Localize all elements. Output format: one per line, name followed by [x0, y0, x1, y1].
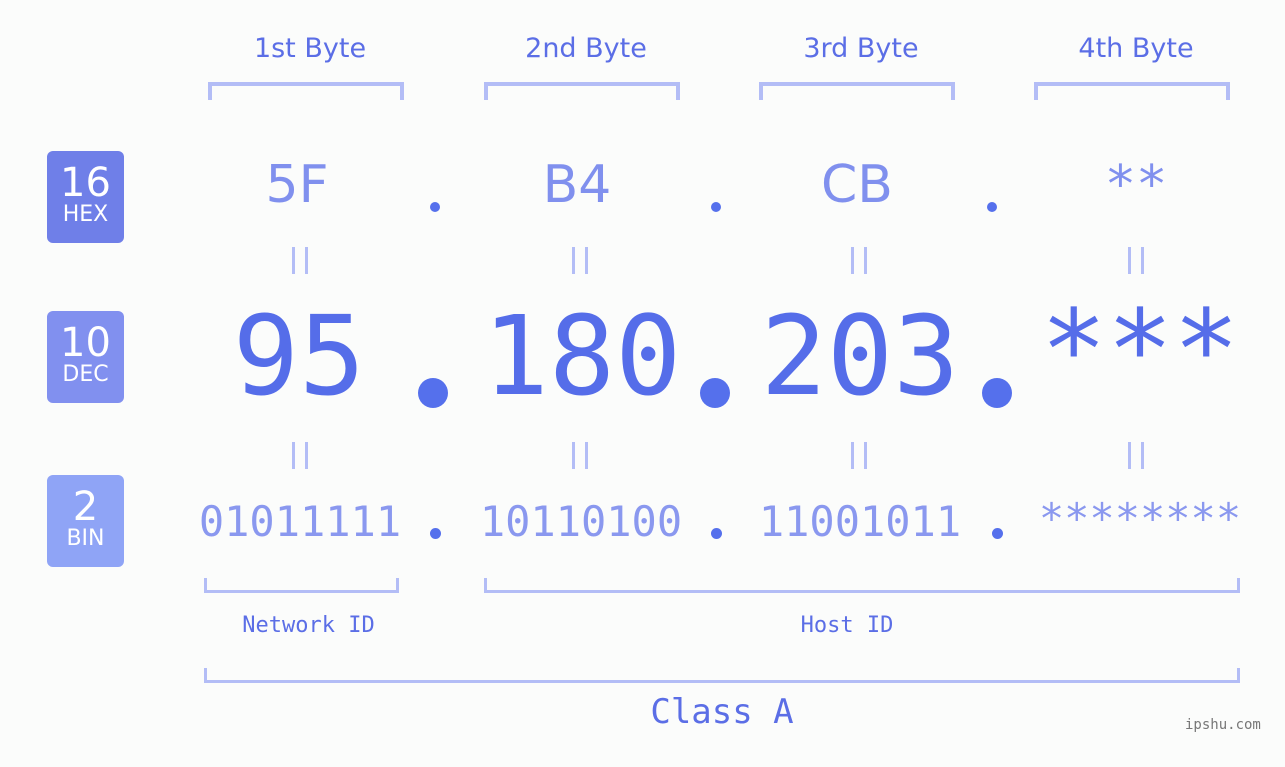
bin-byte-1: 01011111 [198, 497, 402, 546]
hex-badge-label: HEX [62, 202, 109, 227]
byte-header-3: 3rd Byte [803, 33, 919, 64]
bin-badge: 2 BIN [47, 475, 124, 567]
hex-badge-number: 16 [60, 160, 111, 206]
hex-dot-3 [987, 202, 997, 212]
hex-byte-2: B4 [542, 155, 612, 215]
dec-badge-number: 10 [60, 320, 111, 366]
class-bracket [204, 668, 1240, 683]
hex-byte-3: CB [821, 155, 893, 215]
byte-header-1: 1st Byte [253, 33, 367, 64]
equals-icon [851, 442, 867, 469]
byte-bracket-2 [484, 82, 680, 100]
host-id-label: Host ID [800, 613, 894, 638]
equals-icon [572, 442, 588, 469]
network-id-label: Network ID [242, 613, 375, 638]
equals-icon [292, 442, 308, 469]
network-bracket [204, 578, 399, 593]
bin-byte-4: ******** [1038, 494, 1242, 543]
equals-icon [1128, 442, 1144, 469]
bin-byte-3: 11001011 [758, 497, 962, 546]
bin-badge-number: 2 [72, 484, 99, 530]
byte-header-2: 2nd Byte [525, 33, 647, 64]
hex-byte-1: 5F [265, 155, 329, 215]
equals-icon [1128, 247, 1144, 274]
byte-bracket-3 [759, 82, 955, 100]
bin-badge-label: BIN [66, 526, 105, 551]
bin-dot-1 [430, 528, 441, 539]
dec-byte-3: 203 [760, 292, 960, 420]
dec-badge: 10 DEC [47, 311, 124, 403]
equals-icon [572, 247, 588, 274]
hex-badge: 16 HEX [47, 151, 124, 243]
bin-dot-2 [711, 528, 722, 539]
equals-icon [292, 247, 308, 274]
dec-dot-3 [982, 378, 1012, 408]
byte-bracket-4 [1034, 82, 1230, 100]
hex-dot-2 [711, 202, 721, 212]
dec-dot-2 [700, 378, 730, 408]
watermark: ipshu.com [1185, 717, 1261, 733]
dec-byte-2: 180 [482, 292, 682, 420]
dec-dot-1 [418, 378, 448, 408]
dec-byte-4: *** [1040, 286, 1240, 414]
dec-byte-1: 95 [232, 292, 366, 420]
hex-dot-1 [430, 202, 440, 212]
byte-header-4: 4th Byte [1078, 33, 1194, 64]
host-bracket [484, 578, 1240, 593]
equals-icon [851, 247, 867, 274]
bin-byte-2: 10110100 [479, 497, 683, 546]
class-label: Class A [650, 692, 794, 732]
dec-badge-label: DEC [62, 362, 109, 387]
hex-byte-4: ** [1104, 155, 1168, 215]
bin-dot-3 [992, 528, 1003, 539]
byte-bracket-1 [208, 82, 404, 100]
